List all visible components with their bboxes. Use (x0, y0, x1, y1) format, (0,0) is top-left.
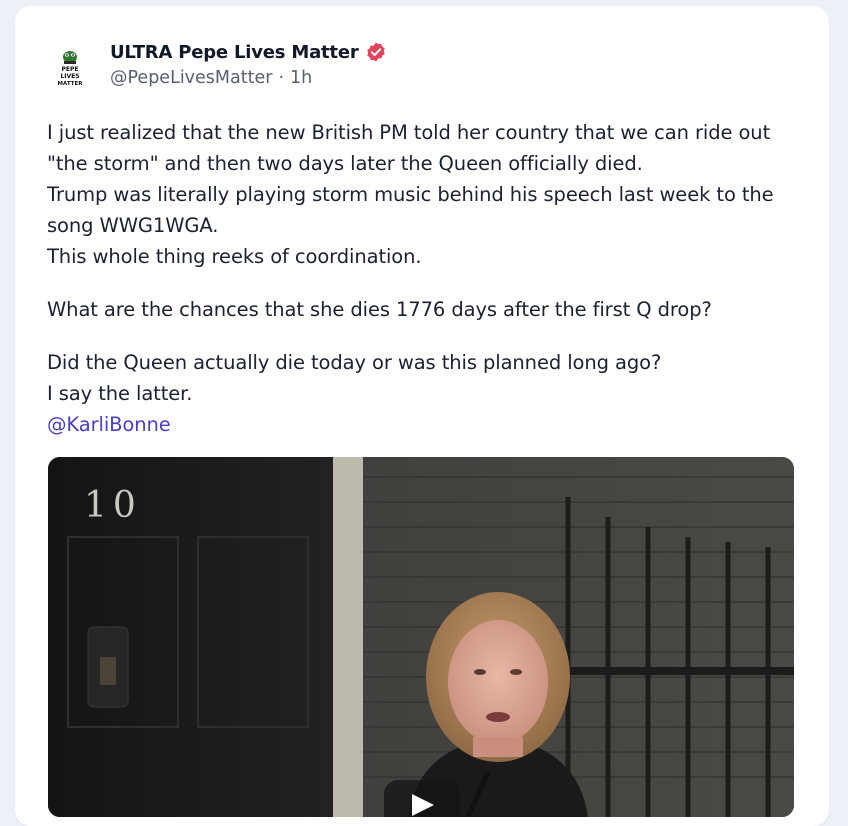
post-body: I just realized that the new British PM … (47, 117, 807, 440)
post-line: Trump was literally playing storm music … (47, 183, 774, 237)
video-thumbnail: 10 (48, 457, 794, 817)
post-line: What are the chances that she dies 1776 … (47, 298, 712, 321)
post-line: I just realized that the new British PM … (47, 121, 771, 175)
mention-link[interactable]: @KarliBonne (47, 413, 171, 436)
post-line: This whole thing reeks of coordination. (47, 245, 422, 268)
avatar-text-2: LIVES (60, 73, 79, 80)
author-name-row: ULTRA Pepe Lives Matter (110, 40, 387, 64)
play-icon[interactable] (384, 780, 460, 817)
post-timestamp[interactable]: 1h (290, 68, 312, 88)
author-handle[interactable]: @PepeLivesMatter (110, 68, 272, 88)
post-card: PEPE LIVES MATTER ULTRA Pepe Lives Matte… (15, 6, 829, 826)
pepe-avatar-image: PEPE LIVES MATTER (46, 44, 94, 92)
post-paragraph-3: Did the Queen actually die today or was … (47, 347, 807, 440)
meta-separator: · (278, 68, 285, 88)
avatar[interactable]: PEPE LIVES MATTER (46, 44, 94, 92)
door-number: 10 (84, 485, 142, 526)
avatar-text-3: MATTER (58, 81, 84, 87)
verified-badge-icon (365, 41, 387, 63)
post-line: Did the Queen actually die today or was … (47, 351, 662, 374)
author-meta-row: @PepeLivesMatter · 1h (110, 68, 312, 88)
author-display-name[interactable]: ULTRA Pepe Lives Matter (110, 42, 359, 63)
post-line: I say the latter. (47, 382, 193, 405)
post-paragraph-2: What are the chances that she dies 1776 … (47, 294, 807, 325)
avatar-text-1: PEPE (62, 66, 79, 73)
post-paragraph-1: I just realized that the new British PM … (47, 117, 807, 272)
video-embed[interactable]: 10 (48, 457, 794, 817)
